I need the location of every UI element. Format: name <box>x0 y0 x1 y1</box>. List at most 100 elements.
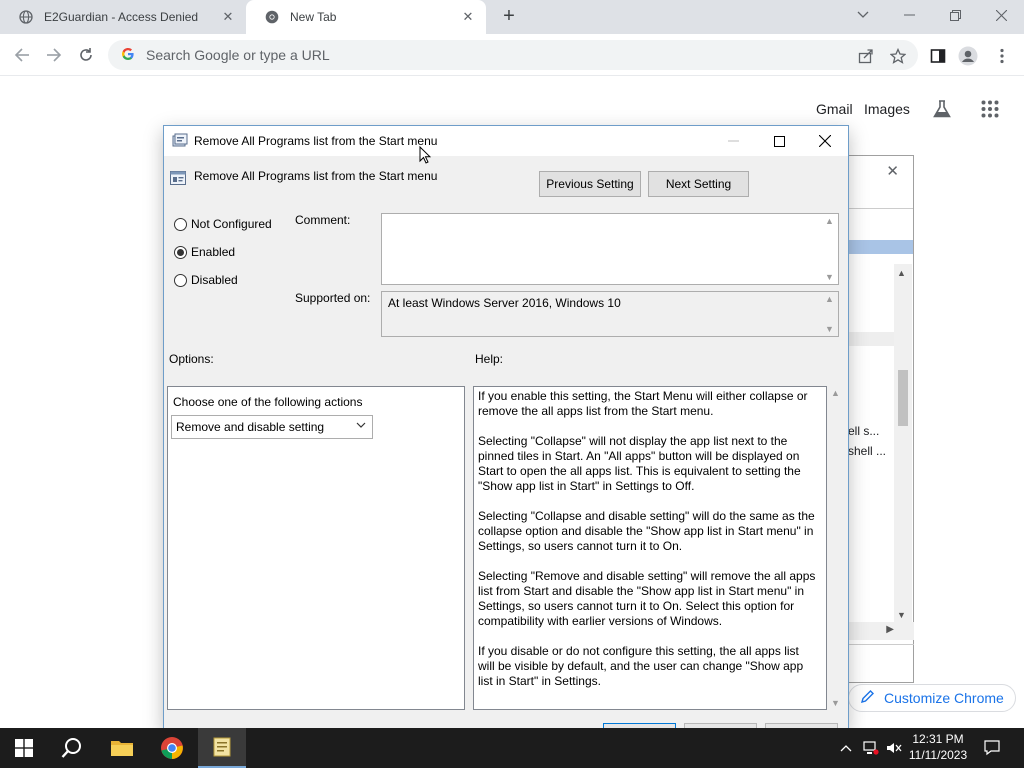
google-g-icon <box>120 47 136 64</box>
next-setting-button[interactable]: Next Setting <box>648 171 749 197</box>
scroll-up-arrow-icon[interactable]: ▲ <box>825 216 834 226</box>
scroll-thumb[interactable] <box>898 370 908 426</box>
group-policy-taskbar-icon[interactable] <box>198 728 246 768</box>
labs-flask-icon[interactable] <box>930 97 954 121</box>
gmail-link[interactable]: Gmail <box>816 101 853 117</box>
supported-on-label: Supported on: <box>295 291 371 305</box>
help-text: If you enable this setting, the Start Me… <box>478 389 818 704</box>
clock-time: 12:31 PM <box>912 732 964 746</box>
pencil-icon <box>860 690 874 706</box>
scroll-down-arrow-icon[interactable]: ▼ <box>825 272 834 282</box>
clock-date: 11/11/2023 <box>908 748 968 762</box>
scroll-down-arrow-icon[interactable]: ▼ <box>825 324 834 334</box>
help-paragraph: If you disable or do not configure this … <box>478 644 804 688</box>
policy-app-icon <box>172 133 188 149</box>
scroll-down-arrow-icon[interactable]: ▼ <box>831 698 840 708</box>
supported-on-field: At least Windows Server 2016, Windows 10… <box>381 291 839 337</box>
help-paragraph: Selecting "Remove and disable setting" w… <box>478 569 816 628</box>
bg-horizontal-scrollbar[interactable]: ▶ <box>848 622 914 640</box>
action-dropdown[interactable]: Remove and disable setting <box>171 415 373 439</box>
bg-row[interactable] <box>848 332 894 346</box>
tab-e2guardian[interactable]: E2Guardian - Access Denied ✕ <box>0 0 246 34</box>
scroll-up-arrow-icon[interactable]: ▲ <box>831 388 840 398</box>
taskbar-clock[interactable]: 12:31 PM 11/11/2023 <box>904 731 972 763</box>
images-link[interactable]: Images <box>864 101 910 117</box>
address-bar[interactable] <box>108 40 918 70</box>
chrome-icon <box>264 9 280 25</box>
supported-scrollbar[interactable]: ▲ ▼ <box>821 292 838 336</box>
radio-circle[interactable] <box>174 217 187 231</box>
comment-scrollbar[interactable]: ▲ ▼ <box>821 214 838 284</box>
tab-strip: E2Guardian - Access Denied ✕ New Tab ✕ + <box>0 0 1024 34</box>
bg-window-close-icon[interactable]: ✕ <box>886 162 899 180</box>
radio-label: Disabled <box>191 273 238 287</box>
dialog-maximize-icon[interactable] <box>756 126 802 156</box>
radio-disabled[interactable]: Disabled <box>174 273 238 287</box>
tab-search-chevron-icon[interactable] <box>840 0 886 30</box>
windows-taskbar: 12:31 PM 11/11/2023 <box>0 728 1024 768</box>
dialog-minimize-icon[interactable] <box>710 126 756 156</box>
windows-start-icon[interactable] <box>0 728 48 768</box>
tab-title: E2Guardian - Access Denied <box>44 10 199 24</box>
browser-toolbar <box>0 34 1024 76</box>
help-scrollbar[interactable]: ▲ ▼ <box>827 386 844 710</box>
radio-circle[interactable] <box>174 273 187 287</box>
google-apps-grid-icon[interactable] <box>978 97 1002 121</box>
bookmark-star-icon[interactable] <box>888 46 908 66</box>
tab-new-tab[interactable]: New Tab ✕ <box>246 0 486 34</box>
scroll-up-arrow-icon[interactable]: ▲ <box>897 268 906 278</box>
dialog-titlebar[interactable]: Remove All Programs list from the Start … <box>164 126 848 156</box>
network-icon[interactable] <box>860 728 882 768</box>
scroll-down-arrow-icon[interactable]: ▼ <box>897 610 906 620</box>
radio-label: Not Configured <box>191 217 272 231</box>
policy-setting-dialog: Remove All Programs list from the Start … <box>163 125 849 749</box>
radio-enabled[interactable]: Enabled <box>174 245 235 259</box>
radio-label: Enabled <box>191 245 236 259</box>
volume-muted-icon[interactable] <box>884 728 904 768</box>
reload-icon[interactable] <box>74 43 98 67</box>
scroll-right-arrow-icon[interactable]: ▶ <box>886 624 894 635</box>
chrome-taskbar-icon[interactable] <box>148 728 196 768</box>
kebab-menu-icon[interactable] <box>992 46 1012 66</box>
scroll-up-arrow-icon[interactable]: ▲ <box>825 294 834 304</box>
action-dropdown-value: Remove and disable setting <box>176 420 325 434</box>
close-tab-icon[interactable]: ✕ <box>460 9 476 25</box>
options-pane: Choose one of the following actions Remo… <box>167 386 465 710</box>
supported-on-value: At least Windows Server 2016, Windows 10 <box>388 296 621 310</box>
restore-icon[interactable] <box>932 0 978 30</box>
close-tab-icon[interactable]: ✕ <box>220 9 236 25</box>
bg-selected-row[interactable] <box>848 240 913 254</box>
customize-chrome-button[interactable]: Customize Chrome <box>848 684 1016 712</box>
help-paragraph: Selecting "Collapse and disable setting"… <box>478 509 815 553</box>
back-arrow-icon[interactable] <box>10 43 34 67</box>
setting-name: Remove All Programs list from the Start … <box>194 169 438 183</box>
radio-circle-selected[interactable] <box>174 245 187 259</box>
comment-label: Comment: <box>295 213 351 227</box>
profile-avatar-icon[interactable] <box>958 46 978 66</box>
share-icon[interactable] <box>856 46 876 66</box>
bg-list-item[interactable]: shell ... <box>848 444 886 458</box>
dialog-title: Remove All Programs list from the Start … <box>194 134 438 148</box>
search-icon[interactable] <box>48 728 96 768</box>
show-hidden-icons-chevron-icon[interactable] <box>838 728 854 768</box>
previous-setting-button[interactable]: Previous Setting <box>539 171 641 197</box>
bg-vertical-scrollbar[interactable]: ▲ ▼ <box>894 264 912 622</box>
help-label: Help: <box>475 352 504 366</box>
minimize-icon[interactable] <box>886 0 932 30</box>
file-explorer-icon[interactable] <box>98 728 146 768</box>
mouse-cursor-icon <box>419 145 432 167</box>
side-panel-icon[interactable] <box>928 46 948 66</box>
comment-textarea[interactable]: ▲ ▼ <box>381 213 839 285</box>
forward-arrow-icon[interactable] <box>42 43 66 67</box>
omnibox-input[interactable] <box>144 46 918 64</box>
options-label: Options: <box>169 352 214 366</box>
help-pane: If you enable this setting, the Start Me… <box>473 386 827 710</box>
close-window-icon[interactable] <box>978 0 1024 30</box>
radio-not-configured[interactable]: Not Configured <box>174 217 272 231</box>
new-tab-plus-icon[interactable]: + <box>498 6 520 28</box>
bg-list-item[interactable]: ell s... <box>848 424 879 438</box>
chevron-down-icon[interactable] <box>356 420 366 431</box>
dialog-close-icon[interactable] <box>802 126 848 156</box>
customize-chrome-label: Customize Chrome <box>884 690 1004 706</box>
notification-center-icon[interactable] <box>980 728 1004 768</box>
